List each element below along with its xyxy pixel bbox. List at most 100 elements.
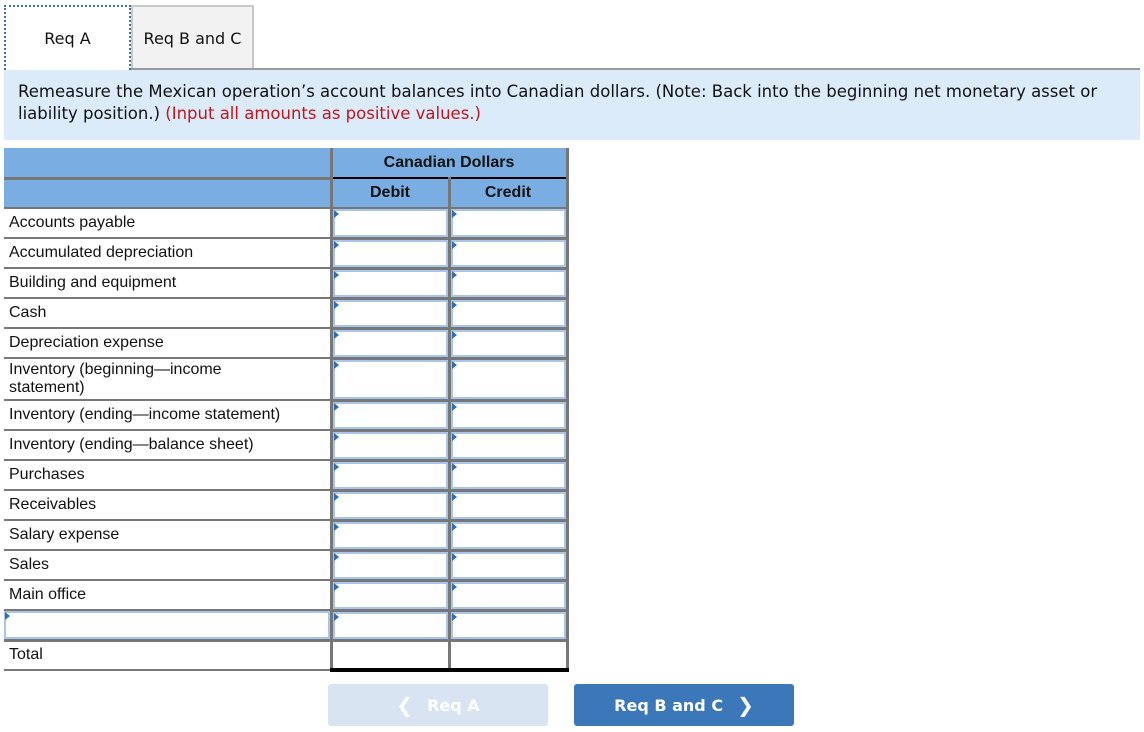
credit-cell[interactable] [449,298,569,330]
input-marker-icon [451,240,457,249]
credit-cell[interactable] [449,328,569,360]
debit-cell[interactable] [331,580,451,612]
input-marker-icon [451,210,457,218]
credit-cell[interactable] [449,238,569,270]
debit-cell-input[interactable] [332,239,448,267]
debit-cell-input[interactable] [332,461,448,489]
debit-cell[interactable] [331,550,451,582]
credit-cell[interactable] [449,400,569,432]
debit-cell[interactable] [331,520,451,552]
table-row: Cash [4,298,569,330]
credit-cell-input[interactable] [450,431,566,459]
blank-account-cell[interactable] [4,610,333,642]
table-row: Inventory (beginning—income statement) [4,358,569,402]
chevron-right-icon: ❯ [737,693,754,717]
credit-cell-input[interactable] [450,209,566,237]
account-label: Sales [4,550,333,581]
debit-cell[interactable] [331,328,451,360]
credit-cell-input[interactable] [450,551,566,579]
table-row: Building and equipment [4,268,569,300]
input-marker-icon [333,462,339,471]
credit-cell-input[interactable] [450,581,566,609]
blank-account-cell-input[interactable] [4,611,330,639]
input-marker-icon [333,360,339,369]
debit-cell[interactable] [331,358,451,402]
requirement-tabs: Req A Req B and C [4,5,254,70]
header-debit: Debit [331,178,451,209]
credit-cell-input[interactable] [450,461,566,489]
chevron-left-icon: ❮ [396,693,414,717]
credit-cell[interactable] [449,430,569,462]
credit-cell[interactable] [449,358,569,402]
debit-cell-input[interactable] [332,359,448,399]
input-marker-icon [5,612,10,620]
tab-req-a[interactable]: Req A [4,5,131,70]
credit-cell-input[interactable] [450,521,566,549]
instructions-panel: Remeasure the Mexican operation’s accoun… [4,70,1140,140]
credit-cell[interactable] [449,550,569,582]
debit-cell-input[interactable] [332,581,448,609]
table-row: Purchases [4,460,569,492]
debit-cell[interactable] [331,268,451,300]
account-label: Accounts payable [4,208,333,239]
debit-cell[interactable] [331,610,451,642]
account-label: Purchases [4,460,333,491]
debit-cell[interactable] [331,208,451,240]
table-row: Sales [4,550,569,582]
table-row: Receivables [4,490,569,522]
table-row: Main office [4,580,569,612]
credit-cell-input[interactable] [450,299,566,327]
credit-cell-input[interactable] [450,491,566,519]
debit-cell-input[interactable] [332,491,448,519]
remeasurement-table: Canadian Dollars Debit Credit Accounts p… [4,148,569,672]
account-label: Cash [4,298,333,329]
debit-cell-input[interactable] [332,401,448,429]
header-blank [4,148,333,178]
prev-button-label: Req A [427,695,480,715]
debit-cell-input[interactable] [332,431,448,459]
debit-cell-input[interactable] [332,329,448,357]
instructions-note: (Input all amounts as positive values.) [165,104,481,123]
debit-cell-input[interactable] [332,209,448,237]
debit-cell-input[interactable] [332,521,448,549]
credit-cell-input[interactable] [450,359,566,399]
credit-cell[interactable] [449,520,569,552]
credit-cell[interactable] [449,208,569,240]
credit-cell[interactable] [449,460,569,492]
debit-cell-input[interactable] [332,611,448,639]
debit-cell-input[interactable] [332,299,448,327]
input-marker-icon [451,360,457,369]
input-marker-icon [333,210,339,218]
account-label: Main office [4,580,333,611]
credit-cell[interactable] [449,610,569,642]
credit-cell[interactable] [449,268,569,300]
table-row: Inventory (ending—balance sheet) [4,430,569,462]
credit-cell-input[interactable] [450,269,566,297]
debit-cell[interactable] [331,298,451,330]
next-req-b-and-c-button[interactable]: Req B and C ❯ [574,684,794,726]
header-credit: Credit [449,178,569,209]
debit-cell-input[interactable] [332,269,448,297]
credit-cell-input[interactable] [450,239,566,267]
debit-cell[interactable] [331,238,451,270]
table-row: Salary expense [4,520,569,552]
debit-cell[interactable] [331,490,451,522]
debit-cell[interactable] [331,460,451,492]
tab-req-b-and-c[interactable]: Req B and C [131,5,254,69]
credit-cell-input[interactable] [450,329,566,357]
debit-cell[interactable] [331,430,451,462]
prev-req-a-button[interactable]: ❮ Req A [328,684,548,726]
tab-divider [4,68,1140,70]
debit-cell-input[interactable] [332,551,448,579]
credit-cell[interactable] [449,490,569,522]
input-marker-icon [333,582,339,591]
credit-cell-input[interactable] [450,611,566,639]
input-marker-icon [333,522,339,531]
account-label: Salary expense [4,520,333,551]
debit-cell[interactable] [331,400,451,432]
credit-cell[interactable] [449,580,569,612]
table-row: Depreciation expense [4,328,569,360]
credit-cell-input[interactable] [450,401,566,429]
input-marker-icon [451,612,457,621]
total-credit-cell [449,639,569,672]
